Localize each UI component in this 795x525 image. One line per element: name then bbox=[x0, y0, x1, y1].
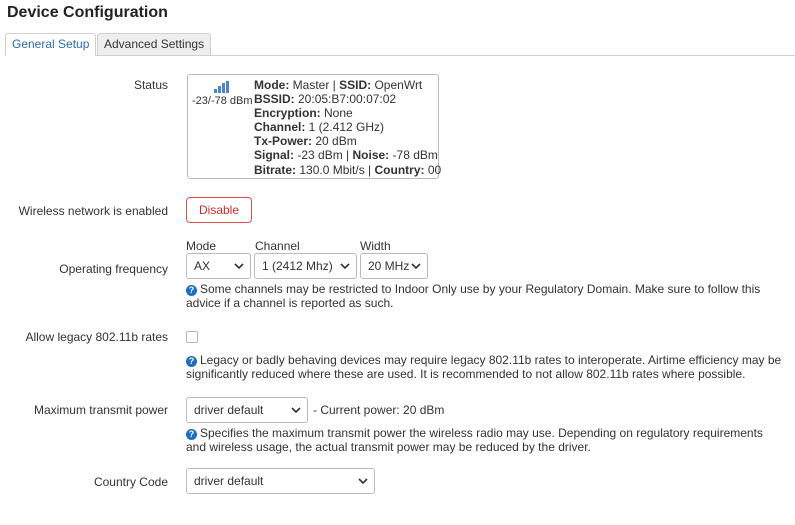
status-key: Channel: bbox=[254, 120, 306, 135]
status-value: Master | bbox=[289, 78, 340, 92]
status-key: Signal: bbox=[254, 148, 295, 163]
country-code-label: Country Code bbox=[93, 475, 168, 489]
status-value: -78 dBm bbox=[389, 148, 438, 163]
mode-label: Mode bbox=[186, 239, 217, 253]
signal-indicator: -23/-78 dBm bbox=[192, 81, 253, 107]
status-line: Mode: Master | SSID: OpenWrt bbox=[254, 78, 441, 92]
legacy-rates-label: Allow legacy 802.11b rates bbox=[25, 330, 168, 344]
current-power-text: - Current power: 20 dBm bbox=[313, 403, 445, 417]
help-icon: ? bbox=[186, 356, 197, 367]
status-line: Signal: -23 dBm | Noise: -78 dBm bbox=[254, 148, 441, 162]
disable-button[interactable]: Disable bbox=[186, 197, 252, 223]
status-value: 130.0 Mbit/s | bbox=[296, 162, 375, 177]
channel-select-value: 1 (2412 Mhz) bbox=[262, 259, 333, 273]
tab-bar: General Setup Advanced Settings bbox=[5, 33, 795, 56]
status-line: Tx-Power: 20 dBm bbox=[254, 134, 441, 148]
status-line: Encryption: None bbox=[254, 106, 441, 120]
tx-power-select[interactable]: driver default bbox=[186, 397, 308, 423]
tab-advanced-settings[interactable]: Advanced Settings bbox=[97, 33, 212, 55]
width-label: Width bbox=[360, 239, 391, 253]
status-value: 00 bbox=[424, 162, 442, 177]
status-value: OpenWrt bbox=[371, 78, 423, 92]
width-select-value: 20 MHz bbox=[368, 259, 410, 273]
status-key: BSSID: bbox=[254, 92, 295, 107]
country-code-select[interactable]: driver default bbox=[186, 468, 375, 494]
width-select[interactable]: 20 MHz bbox=[360, 253, 428, 279]
status-key: Bitrate: bbox=[254, 162, 297, 177]
status-key: Encryption: bbox=[254, 106, 321, 121]
chevron-down-icon bbox=[291, 407, 301, 414]
chevron-down-icon bbox=[340, 263, 350, 270]
status-value: 20:05:B7:00:07:02 bbox=[294, 92, 397, 107]
help-icon: ? bbox=[186, 285, 197, 296]
status-line: Channel: 1 (2.412 GHz) bbox=[254, 120, 441, 134]
chevron-down-icon bbox=[234, 263, 244, 270]
status-key: Tx-Power: bbox=[254, 134, 313, 149]
status-value: -23 dBm | bbox=[294, 148, 353, 163]
signal-text: -23/-78 dBm bbox=[192, 95, 253, 107]
tab-general-setup[interactable]: General Setup bbox=[5, 33, 97, 56]
status-value: 20 dBm bbox=[312, 134, 357, 149]
mode-select-value: AX bbox=[194, 259, 211, 273]
tx-power-help: ? Specifies the maximum transmit power th… bbox=[186, 426, 763, 454]
status-value: None bbox=[320, 106, 353, 121]
operating-frequency-help: ? Some channels may be restricted to Indo… bbox=[186, 282, 761, 310]
status-key: Country: bbox=[374, 162, 425, 177]
tx-power-select-value: driver default bbox=[194, 403, 264, 417]
operating-frequency-label: Operating frequency bbox=[59, 262, 168, 276]
status-details: Mode: Master | SSID: OpenWrt BSSID: 20:05… bbox=[254, 78, 441, 177]
channel-label: Channel bbox=[255, 239, 300, 253]
chevron-down-icon bbox=[358, 478, 368, 485]
status-label: Status bbox=[133, 78, 168, 92]
legacy-rates-checkbox[interactable] bbox=[186, 331, 198, 343]
mode-select[interactable]: AX bbox=[186, 253, 251, 279]
signal-bars-icon bbox=[214, 81, 230, 93]
channel-select[interactable]: 1 (2412 Mhz) bbox=[254, 253, 357, 279]
help-icon: ? bbox=[186, 429, 197, 440]
country-code-select-value: driver default bbox=[194, 474, 264, 488]
wireless-enabled-label: Wireless network is enabled bbox=[18, 204, 168, 218]
status-line: BSSID: 20:05:B7:00:07:02 bbox=[254, 92, 441, 106]
status-key: Noise: bbox=[352, 148, 390, 163]
chevron-down-icon bbox=[411, 263, 421, 270]
status-line: Bitrate: 130.0 Mbit/s | Country: 00 bbox=[254, 163, 441, 177]
legacy-rates-help: ? Legacy or badly behaving devices may re… bbox=[186, 353, 782, 381]
tx-power-label: Maximum transmit power bbox=[33, 403, 168, 417]
status-value: 1 (2.412 GHz) bbox=[305, 120, 385, 135]
page-title: Device Configuration bbox=[7, 4, 168, 21]
status-panel: -23/-78 dBm Mode: Master | SSID: OpenWrt… bbox=[187, 74, 441, 179]
status-key: Mode: bbox=[254, 78, 290, 92]
status-key: SSID: bbox=[339, 78, 372, 92]
